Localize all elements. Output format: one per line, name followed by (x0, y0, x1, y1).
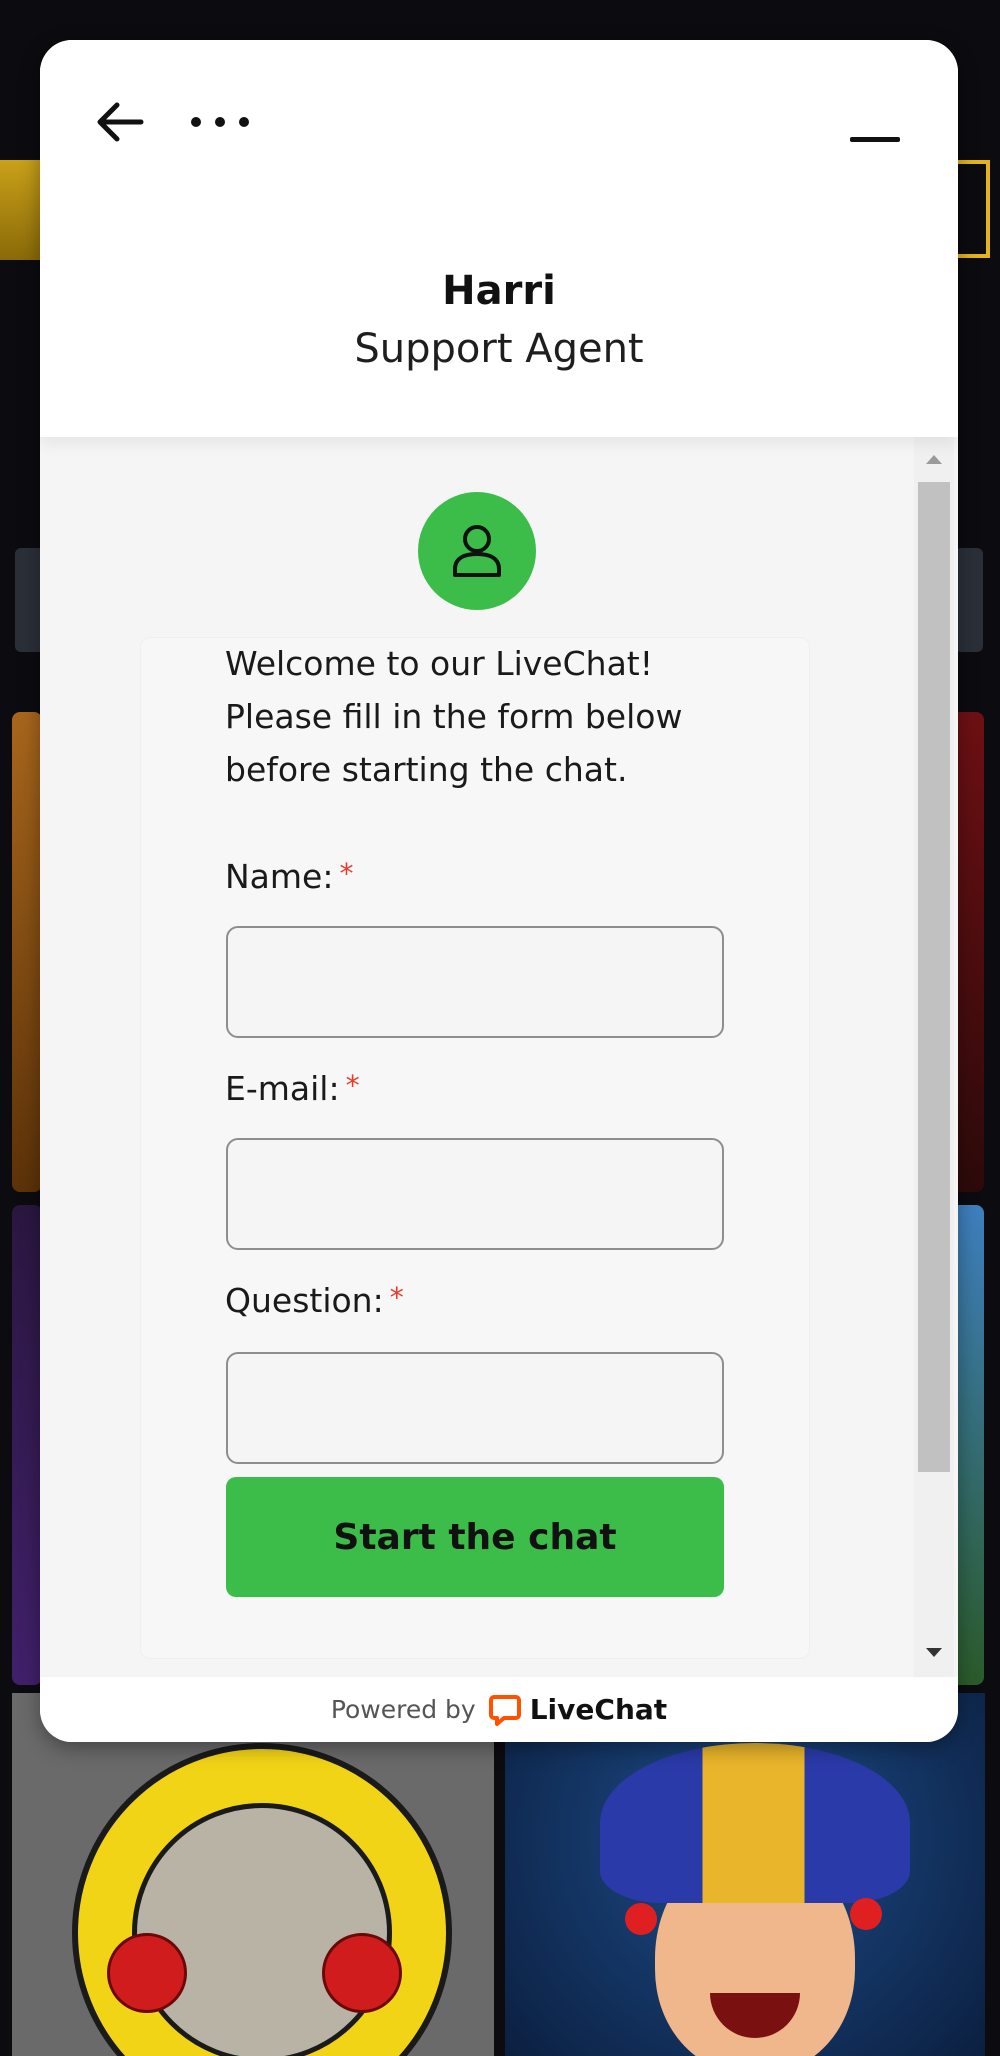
welcome-message: Welcome to our LiveChat! Please fill in … (225, 644, 683, 789)
ellipsis-icon (191, 117, 249, 127)
required-mark: * (345, 1069, 360, 1102)
required-mark: * (339, 857, 354, 890)
question-input[interactable] (226, 1352, 724, 1464)
triangle-up-icon (926, 455, 942, 464)
back-button[interactable] (90, 92, 150, 152)
scrollbar[interactable] (914, 437, 954, 1677)
start-chat-button[interactable]: Start the chat (226, 1477, 724, 1597)
powered-by-text: Powered by (330, 1695, 476, 1724)
joker-game-tile[interactable] (505, 1693, 985, 2056)
casino-filter-bar (955, 548, 983, 652)
game-tile (12, 1205, 42, 1685)
joker-bell (625, 1903, 657, 1935)
livechat-logo-icon (488, 1694, 521, 1726)
agent-avatar (418, 492, 536, 610)
email-input[interactable] (226, 1138, 724, 1250)
agent-name: Harri (442, 268, 556, 314)
more-options-button[interactable] (180, 92, 260, 152)
chat-body: Welcome to our LiveChat! Please fill in … (40, 437, 958, 1677)
chat-header: Harri Support Agent (40, 40, 958, 437)
email-label-text: E-mail: (225, 1069, 340, 1108)
guns-n-roses-logo-center (132, 1803, 392, 2056)
scroll-thumb[interactable] (918, 482, 950, 1472)
chat-footer: Powered by LiveChat (40, 1677, 958, 1742)
scroll-up-button[interactable] (914, 439, 954, 479)
minimize-icon (850, 137, 900, 142)
name-label: Name: * (225, 857, 353, 896)
question-label-text: Question: (225, 1281, 384, 1320)
required-mark: * (389, 1281, 404, 1314)
livechat-brand-link[interactable]: LiveChat (488, 1693, 667, 1727)
scroll-down-button[interactable] (914, 1633, 954, 1673)
game-tile (12, 712, 42, 1192)
livechat-widget: Harri Support Agent Welcome to our LiveC… (40, 40, 958, 1742)
name-label-text: Name: (225, 857, 334, 896)
rose-icon (322, 1933, 402, 2013)
name-input[interactable] (226, 926, 724, 1038)
agent-role: Support Agent (354, 326, 644, 372)
livechat-brand-name: LiveChat (529, 1693, 668, 1726)
question-label: Question: * (225, 1281, 404, 1320)
rose-icon (107, 1933, 187, 2013)
guns-n-roses-game-tile[interactable] (12, 1693, 494, 2056)
triangle-down-icon (926, 1648, 942, 1657)
arrow-left-icon (97, 102, 144, 142)
joker-hat (600, 1743, 910, 1903)
email-label: E-mail: * (225, 1069, 360, 1108)
minimize-button[interactable] (840, 110, 910, 170)
joker-bell (850, 1898, 882, 1930)
user-icon (453, 525, 501, 577)
